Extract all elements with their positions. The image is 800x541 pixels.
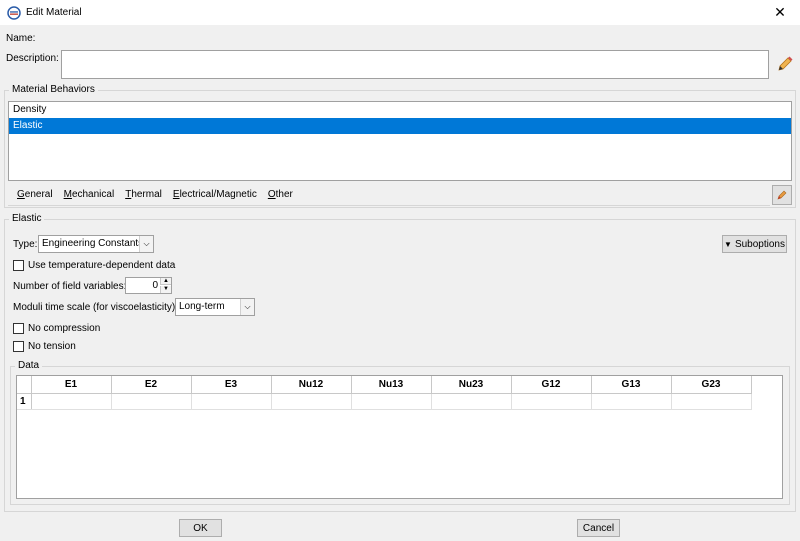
table-cell[interactable] bbox=[511, 393, 592, 410]
temp-dependent-label: Use temperature-dependent data bbox=[28, 260, 176, 271]
table-row: 1 bbox=[17, 393, 752, 410]
pencil-icon[interactable] bbox=[776, 55, 794, 73]
table-corner bbox=[17, 376, 32, 394]
column-header[interactable]: G13 bbox=[591, 376, 672, 394]
title-bar: Edit Material ✕ bbox=[0, 0, 800, 25]
column-header[interactable]: Nu23 bbox=[431, 376, 512, 394]
table-cell[interactable] bbox=[271, 393, 352, 410]
table-cell[interactable] bbox=[671, 393, 752, 410]
column-header[interactable]: E1 bbox=[31, 376, 112, 394]
moduli-select-value: Long-term bbox=[179, 301, 225, 312]
menu-mechanical[interactable]: Mechanical bbox=[64, 189, 115, 200]
column-header[interactable]: G12 bbox=[511, 376, 592, 394]
table-cell[interactable] bbox=[31, 393, 112, 410]
data-legend: Data bbox=[15, 360, 43, 371]
close-button[interactable]: ✕ bbox=[760, 0, 800, 25]
moduli-select[interactable]: Long-term ⌵ bbox=[175, 298, 255, 316]
data-table[interactable]: E1 E2 E3 Nu12 Nu13 Nu23 G12 G13 G23 1 bbox=[16, 375, 783, 499]
suboptions-button[interactable]: ▼ Suboptions bbox=[722, 235, 787, 253]
menu-thermal[interactable]: Thermal bbox=[125, 189, 162, 200]
column-header[interactable]: Nu13 bbox=[351, 376, 432, 394]
stepper-up-icon[interactable]: ▲ bbox=[160, 278, 171, 285]
material-behaviors-legend: Material Behaviors bbox=[9, 84, 98, 95]
row-header: 1 bbox=[17, 393, 32, 410]
behaviors-list[interactable]: Density Elastic bbox=[8, 101, 792, 181]
table-cell[interactable] bbox=[591, 393, 672, 410]
elastic-legend: Elastic bbox=[9, 213, 45, 224]
type-select[interactable]: Engineering Constants ⌵ bbox=[38, 235, 154, 253]
field-vars-stepper[interactable]: 0 ▲ ▼ bbox=[125, 277, 172, 294]
temp-dependent-checkbox[interactable] bbox=[13, 260, 24, 271]
moduli-label: Moduli time scale (for viscoelasticity): bbox=[13, 302, 179, 313]
no-tension-checkbox[interactable] bbox=[13, 341, 24, 352]
column-header[interactable]: E3 bbox=[191, 376, 272, 394]
close-icon: ✕ bbox=[774, 4, 786, 20]
cancel-button[interactable]: Cancel bbox=[577, 519, 620, 537]
table-cell[interactable] bbox=[111, 393, 192, 410]
column-header[interactable]: E2 bbox=[111, 376, 192, 394]
menu-other[interactable]: Other bbox=[268, 189, 293, 200]
app-icon bbox=[7, 6, 21, 20]
no-compression-label: No compression bbox=[28, 323, 101, 334]
behavior-item-density[interactable]: Density bbox=[9, 102, 791, 118]
no-tension-label: No tension bbox=[28, 341, 76, 352]
table-cell[interactable] bbox=[431, 393, 512, 410]
chevron-down-icon: ⌵ bbox=[240, 299, 254, 315]
column-header[interactable]: Nu12 bbox=[271, 376, 352, 394]
field-vars-label: Number of field variables: bbox=[13, 281, 127, 292]
triangle-down-icon: ▼ bbox=[724, 239, 732, 249]
window-title: Edit Material bbox=[26, 7, 82, 18]
chevron-down-icon: ⌵ bbox=[139, 236, 153, 252]
type-select-value: Engineering Constants bbox=[42, 238, 144, 249]
brush-icon bbox=[777, 190, 787, 200]
behavior-item-elastic[interactable]: Elastic bbox=[9, 118, 791, 134]
description-label: Description: bbox=[6, 53, 59, 64]
menu-general[interactable]: General bbox=[17, 189, 53, 200]
behavior-menubar: General Mechanical Thermal Electrical/Ma… bbox=[8, 184, 770, 206]
type-label: Type: bbox=[13, 239, 38, 250]
table-cell[interactable] bbox=[351, 393, 432, 410]
name-label: Name: bbox=[6, 33, 36, 44]
field-vars-value: 0 bbox=[152, 280, 158, 291]
description-input[interactable] bbox=[61, 50, 769, 79]
menu-electrical-magnetic[interactable]: Electrical/Magnetic bbox=[173, 189, 257, 200]
ok-button[interactable]: OK bbox=[179, 519, 222, 537]
delete-behavior-button[interactable] bbox=[772, 185, 792, 205]
column-header[interactable]: G23 bbox=[671, 376, 752, 394]
suboptions-label: Suboptions bbox=[734, 238, 785, 250]
no-compression-checkbox[interactable] bbox=[13, 323, 24, 334]
stepper-down-icon[interactable]: ▼ bbox=[160, 286, 171, 293]
data-grid: E1 E2 E3 Nu12 Nu13 Nu23 G12 G13 G23 1 bbox=[17, 376, 752, 410]
table-cell[interactable] bbox=[191, 393, 272, 410]
table-header-row: E1 E2 E3 Nu12 Nu13 Nu23 G12 G13 G23 bbox=[17, 376, 752, 394]
